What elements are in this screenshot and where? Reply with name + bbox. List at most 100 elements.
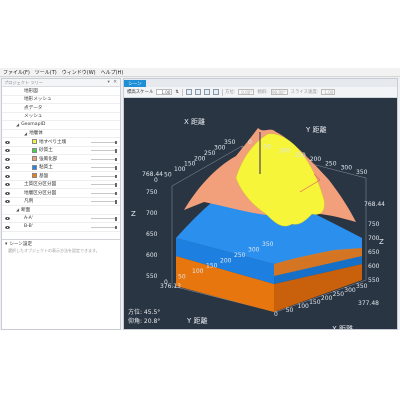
opacity-slider[interactable]: [91, 174, 117, 178]
opacity-slider[interactable]: [91, 200, 117, 204]
x-tick-label-bottom: 100: [297, 303, 309, 310]
tab-scene[interactable]: シーン: [124, 80, 146, 87]
expand-caret-icon[interactable]: ◢: [24, 131, 27, 136]
tree-item-label: 地層区分区分図: [24, 190, 57, 196]
speed-label: スライス速度:: [290, 90, 319, 95]
application-window: ファイル(F) ツール(T) ウィンドウ(W) ヘルプ(H) プロジェクト ツリ…: [0, 68, 400, 330]
opacity-slider[interactable]: [91, 140, 117, 144]
y-tick-label: 0: [248, 139, 252, 146]
visibility-eye-icon[interactable]: [5, 182, 10, 187]
scene-tab-bar: シーン: [124, 79, 397, 87]
view-front-icon[interactable]: [194, 89, 201, 95]
z-tick-label-left: 550: [146, 273, 158, 280]
visibility-eye-icon[interactable]: [5, 216, 10, 221]
panel-controls[interactable]: ▾ ✕: [108, 80, 118, 85]
opacity-slider[interactable]: [91, 191, 117, 195]
y-tick-label-bottom: 350: [262, 241, 274, 248]
tree-item[interactable]: 土質区分区分図: [2, 181, 120, 189]
expand-caret-icon[interactable]: ◢: [16, 207, 19, 212]
azimuth-readout: 方位: 45.5°: [128, 309, 161, 316]
tree-item[interactable]: 強風化部: [2, 155, 120, 164]
opacity-slider[interactable]: [91, 225, 117, 229]
grid-toggle-icon[interactable]: [185, 89, 192, 95]
project-tree-header: プロジェクト ツリー ▾ ✕: [2, 79, 120, 87]
spin-icon[interactable]: ⇅: [175, 90, 179, 95]
expand-caret-icon[interactable]: ◢: [16, 122, 19, 127]
layer-color-swatch: [32, 147, 37, 153]
scene-settings-header[interactable]: ▾ シーン設定: [2, 240, 120, 248]
z-tick-label-left: 600: [146, 252, 158, 259]
opacity-slider[interactable]: [91, 217, 117, 221]
y-tick-label-bottom: 150: [206, 263, 218, 270]
tilt-input[interactable]: 90.00°: [270, 89, 288, 95]
y-tick-label-bottom: 100: [192, 268, 204, 275]
tree-item[interactable]: 凡例: [2, 198, 120, 206]
z-axis-label-right: Z: [379, 238, 384, 246]
tree-item[interactable]: 地形メッシュ: [2, 96, 120, 104]
x-tick-label: 350: [224, 139, 236, 146]
layer-color-swatch: [32, 164, 37, 170]
tree-item-label: 土質区分区分図: [24, 182, 57, 188]
opacity-slider[interactable]: [91, 183, 117, 187]
z-axis-label-left: Z: [131, 210, 136, 218]
visibility-eye-icon[interactable]: [5, 174, 10, 179]
x-tick-label-bottom: 300: [344, 287, 356, 294]
visibility-eye-icon[interactable]: [5, 225, 10, 230]
tree-item[interactable]: 点データ: [2, 104, 120, 113]
tree-item-label: メッシュ: [24, 114, 43, 120]
tree-item[interactable]: 地形図: [2, 87, 120, 96]
scene-settings-title: シーン設定: [9, 242, 33, 247]
visibility-eye-icon[interactable]: [5, 157, 10, 162]
scale-label: 標高スケール: [127, 90, 154, 95]
z-tick-label-right: 550: [368, 277, 380, 284]
opacity-slider[interactable]: [91, 149, 117, 153]
view-reset-icon[interactable]: [212, 89, 219, 95]
3d-viewport[interactable]: 0 50 100 150 200 250 300 350 0 50 100 150 200 250 300 3…: [124, 98, 397, 329]
tree-item[interactable]: ◢ GeomapID: [2, 121, 120, 130]
tree-item-label: 砂質土: [39, 148, 53, 154]
visibility-eye-icon[interactable]: [5, 199, 10, 204]
tree-item[interactable]: 粘質土: [2, 164, 120, 172]
opacity-slider[interactable]: [91, 166, 117, 170]
tree-item[interactable]: 地層区分区分図: [2, 189, 120, 198]
x-tick-label-bottom: 350: [356, 283, 368, 290]
tree-item[interactable]: ◢ 地層体: [2, 130, 120, 138]
menu-file[interactable]: ファイル(F): [3, 69, 30, 76]
tree-item[interactable]: B-B': [2, 223, 120, 232]
speed-input[interactable]: 1.00: [321, 89, 336, 95]
tree-item[interactable]: メッシュ: [2, 113, 120, 121]
z-tick-label-left: 700: [146, 210, 158, 217]
scene-settings-panel: ▾ シーン設定 選択したオブジェクトの表示方法を設定できます。: [2, 239, 120, 331]
layer-color-swatch: [32, 156, 37, 162]
visibility-eye-icon[interactable]: [5, 165, 10, 170]
project-tree: 地形図 地形メッシュ 点データメッシュ ◢ GeomapID ◢ 地層体 地すべり土塊 砂質土強…: [2, 87, 120, 232]
visibility-eye-icon[interactable]: [5, 148, 10, 153]
view-side-icon[interactable]: [203, 89, 210, 95]
scale-input[interactable]: 1.00: [156, 89, 173, 95]
tree-item[interactable]: A-A': [2, 215, 120, 223]
azimuth-label: 方位:: [225, 90, 236, 95]
tree-item[interactable]: 砂質土: [2, 147, 120, 155]
menu-tools[interactable]: ツール(T): [35, 69, 57, 76]
menu-help[interactable]: ヘルプ(H): [101, 69, 124, 76]
tree-item[interactable]: ◢ 断面: [2, 206, 120, 215]
3d-terrain-plot[interactable]: 050100150200250300350 0501001502002503003…: [124, 98, 397, 329]
tree-item[interactable]: 地すべり土塊: [2, 138, 120, 147]
y-tick-label: 50: [263, 143, 271, 150]
tree-item-label: 点データ: [24, 105, 43, 111]
tree-item[interactable]: 基盤: [2, 172, 120, 181]
visibility-eye-icon[interactable]: [5, 140, 10, 145]
opacity-slider[interactable]: [91, 157, 117, 161]
project-tree-panel: プロジェクト ツリー ▾ ✕ 地形図 地形メッシュ 点データメッシュ ◢ GeomapI…: [1, 78, 121, 330]
azimuth-input[interactable]: 0.00°: [238, 89, 255, 95]
menu-window[interactable]: ウィンドウ(W): [62, 69, 96, 76]
tree-item-label: B-B': [24, 224, 34, 230]
y-tick-label: 300: [341, 165, 353, 172]
x-axis-label-top: X 距離: [184, 117, 205, 126]
visibility-eye-icon[interactable]: [5, 191, 10, 196]
scene-settings-hint: 選択したオブジェクトの表示方法を設定できます。: [8, 248, 100, 253]
y-tick-label: 100: [279, 148, 291, 155]
z-tick-label-right: 750: [368, 221, 380, 228]
corner-label-right: 768.44: [364, 201, 385, 208]
tree-item-label: 凡例: [24, 199, 34, 205]
